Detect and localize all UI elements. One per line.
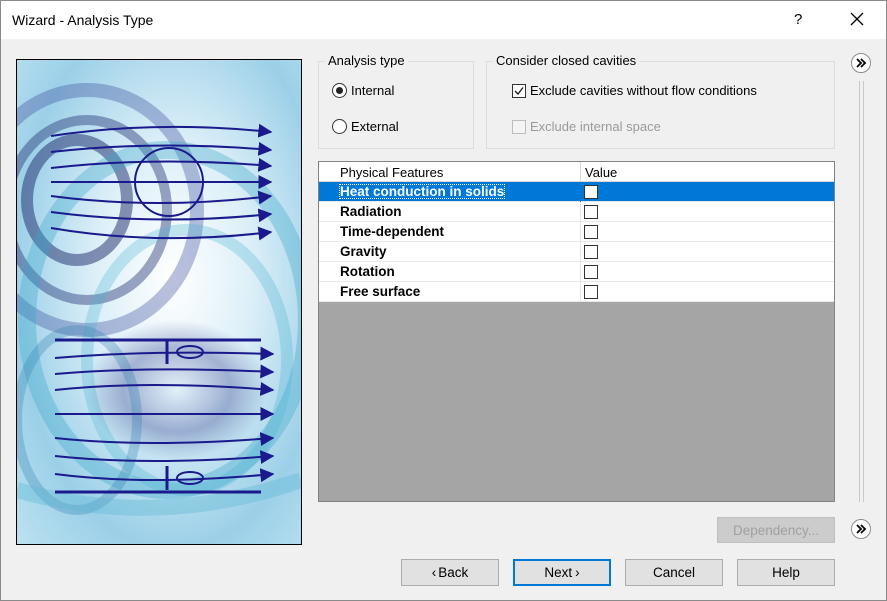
time-dependent-checkbox[interactable]	[584, 225, 598, 239]
exclude-cavities-label: Exclude cavities without flow conditions	[530, 83, 757, 98]
grid-row-rotation[interactable]: Rotation	[319, 262, 834, 282]
chevron-right-icon: ›	[575, 565, 580, 580]
double-chevron-right-icon	[856, 58, 867, 68]
exclude-internal-space-checkbox[interactable]: Exclude internal space	[512, 119, 661, 134]
chevron-left-icon: ‹	[431, 565, 437, 580]
grid-row-time-dependent[interactable]: Time-dependent	[319, 222, 834, 242]
column-divider	[580, 262, 581, 282]
physical-features-grid: Physical Features Value Heat conduction …	[318, 161, 835, 502]
exclude-internal-space-label: Exclude internal space	[530, 119, 661, 134]
radio-external[interactable]: External	[332, 119, 399, 134]
next-button[interactable]: Next ›	[513, 559, 611, 586]
grid-row-label: Heat conduction in solids	[339, 184, 506, 199]
grid-row-radiation[interactable]: Radiation	[319, 202, 834, 222]
rotation-checkbox[interactable]	[584, 265, 598, 279]
radio-internal[interactable]: Internal	[332, 83, 394, 98]
help-dialog-button[interactable]: Help	[737, 559, 835, 586]
exclude-cavities-checkbox[interactable]: Exclude cavities without flow conditions	[512, 83, 757, 98]
next-label: Next	[544, 565, 573, 580]
radio-internal-label: Internal	[351, 83, 395, 98]
analysis-type-group: Analysis type Internal External	[318, 53, 474, 149]
column-divider	[580, 182, 581, 202]
header-value[interactable]: Value	[585, 165, 617, 180]
closed-cavities-legend: Consider closed cavities	[493, 53, 640, 68]
cancel-button[interactable]: Cancel	[625, 559, 723, 586]
back-button[interactable]: ‹ Back	[401, 559, 499, 586]
heat-conduction-checkbox[interactable]	[584, 185, 598, 199]
close-icon[interactable]	[847, 9, 867, 29]
grid-row-heat-conduction[interactable]: Heat conduction in solids	[319, 182, 834, 202]
expand-top-button[interactable]	[851, 53, 871, 73]
column-divider	[580, 222, 581, 242]
radio-external-indicator[interactable]	[332, 119, 347, 134]
grid-row-label: Rotation	[340, 264, 395, 279]
radio-external-label: External	[351, 119, 399, 134]
grid-row-free-surface[interactable]: Free surface	[319, 282, 834, 302]
radio-internal-indicator[interactable]	[332, 83, 347, 98]
header-physical-features[interactable]: Physical Features	[340, 165, 443, 180]
analysis-type-legend: Analysis type	[325, 53, 408, 68]
window-title: Wizard - Analysis Type	[12, 12, 154, 28]
back-label: Back	[438, 565, 469, 580]
column-divider	[580, 202, 581, 222]
title-bar: Wizard - Analysis Type ?	[1, 1, 886, 39]
help-button[interactable]: ?	[794, 11, 802, 28]
checkmark-icon	[514, 86, 524, 95]
grid-row-gravity[interactable]: Gravity	[319, 242, 834, 262]
free-surface-checkbox[interactable]	[584, 285, 598, 299]
side-panel-splitter[interactable]	[859, 81, 864, 502]
exclude-internal-space-check-box[interactable]	[512, 119, 526, 134]
grid-row-label: Radiation	[340, 204, 402, 219]
wizard-window: Wizard - Analysis Type ? Analysis type I…	[0, 0, 887, 601]
grid-row-label: Time-dependent	[340, 224, 445, 239]
header-divider[interactable]	[580, 162, 581, 182]
grid-row-label: Free surface	[340, 284, 421, 299]
analysis-illustration	[16, 59, 302, 545]
column-divider	[580, 242, 581, 262]
expand-bottom-button[interactable]	[851, 519, 871, 539]
radiation-checkbox[interactable]	[584, 205, 598, 219]
dependency-button[interactable]: Dependency...	[717, 517, 835, 543]
exclude-cavities-check-box[interactable]	[512, 83, 526, 98]
closed-cavities-group: Consider closed cavities Exclude cavitie…	[486, 53, 835, 149]
grid-row-label: Gravity	[340, 244, 387, 259]
column-divider	[580, 282, 581, 302]
grid-header: Physical Features Value	[319, 162, 834, 182]
gravity-checkbox[interactable]	[584, 245, 598, 259]
double-chevron-right-icon	[856, 524, 867, 534]
